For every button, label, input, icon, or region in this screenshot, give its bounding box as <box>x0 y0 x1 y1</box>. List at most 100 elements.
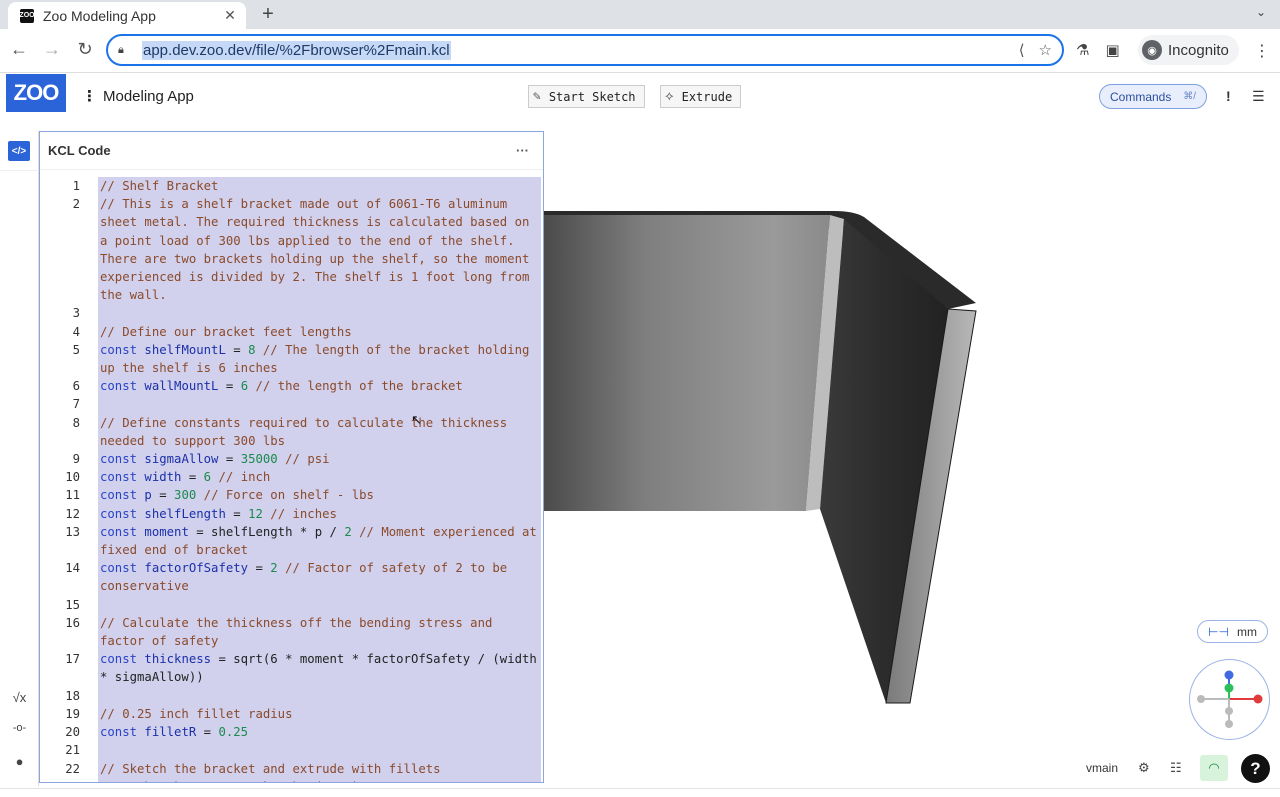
start-sketch-button[interactable]: ✎ Start Sketch <box>528 85 645 108</box>
omnibox-actions: ⟨ ☆ <box>1019 41 1052 59</box>
code-line[interactable]: 16 // Calculate the thickness off the ben… <box>40 613 543 651</box>
code-line[interactable]: 10 const width = 6 // inch <box>40 468 543 487</box>
code-token: // Define our bracket feet lengths <box>100 324 352 339</box>
code-text[interactable]: const width = 6 // inch <box>98 468 541 487</box>
orientation-gizmo[interactable] <box>1189 659 1270 740</box>
code-text[interactable] <box>98 686 541 705</box>
network-health-icon[interactable]: ◠ <box>1200 755 1228 781</box>
code-text[interactable]: const bracket = startSketchOn('XY') <box>98 777 541 782</box>
code-text[interactable]: // This is a shelf bracket made out of 6… <box>98 195 541 305</box>
commands-button[interactable]: Commands ⌘/ <box>1099 84 1207 109</box>
code-line[interactable]: 12 const shelfLength = 12 // inches <box>40 504 543 523</box>
code-line[interactable]: 6 const wallMountL = 6 // the length of t… <box>40 377 543 396</box>
code-text[interactable]: // 0.25 inch fillet radius <box>98 704 541 724</box>
code-text[interactable]: const filletR = 0.25 <box>98 723 541 742</box>
bottom-strip <box>0 788 1280 797</box>
code-line[interactable]: 5 const shelfMountL = 8 // The length of … <box>40 340 543 378</box>
code-text[interactable]: // Sketch the bracket and extrude with f… <box>98 759 541 778</box>
code-text[interactable]: const sigmaAllow = 35000 // psi <box>98 450 541 469</box>
incognito-badge[interactable]: ◉ Incognito <box>1138 35 1239 65</box>
code-line[interactable]: 8 // Define constants required to calcula… <box>40 413 543 451</box>
code-line[interactable]: 20 const filletR = 0.25 <box>40 723 543 742</box>
tab-search-icon[interactable]: ⌄ <box>1256 5 1266 19</box>
forward-button[interactable]: → <box>41 39 63 60</box>
commands-label: Commands <box>1110 89 1172 104</box>
code-line[interactable]: 7 <box>40 395 543 414</box>
address-bar[interactable]: 🔒︎ app.dev.zoo.dev/file/%2Fbrowser%2Fmai… <box>106 34 1064 66</box>
code-text[interactable]: const moment = shelfLength * p / 2 // Mo… <box>98 522 541 560</box>
code-token: width <box>144 470 182 485</box>
browser-tab[interactable]: ZOO Zoo Modeling App ✕ <box>8 2 246 29</box>
code-line[interactable]: 19 // 0.25 inch fillet radius <box>40 704 543 724</box>
code-text[interactable] <box>98 741 541 760</box>
side-panel-icon[interactable]: ▣ <box>1105 41 1119 59</box>
kebab-menu-icon: ⋮ <box>82 88 97 105</box>
code-text[interactable]: // Define our bracket feet lengths <box>98 322 541 341</box>
more-options-icon[interactable]: ··· <box>516 143 529 158</box>
bracket-model[interactable] <box>544 123 1280 788</box>
close-tab-icon[interactable]: ✕ <box>222 7 238 24</box>
url-text[interactable]: app.dev.zoo.dev/file/%2Fbrowser%2Fmain.k… <box>142 40 451 60</box>
app-menu-button[interactable]: ⋮ Modeling App <box>82 87 194 106</box>
info-icon[interactable]: ● <box>0 754 39 769</box>
code-text[interactable]: // Define constants required to calculat… <box>98 413 541 451</box>
code-text[interactable]: const wallMountL = 6 // the length of th… <box>98 377 541 396</box>
bookmark-star-icon[interactable]: ☆ <box>1039 41 1052 59</box>
y-axis-dot[interactable] <box>1224 683 1234 693</box>
share-icon[interactable]: ⟨ <box>1019 41 1025 59</box>
code-text[interactable] <box>98 395 541 414</box>
code-text[interactable]: // Calculate the thickness off the bendi… <box>98 613 541 651</box>
code-line[interactable]: 22 // Sketch the bracket and extrude with… <box>40 759 543 778</box>
code-line[interactable]: 2 // This is a shelf bracket made out of … <box>40 195 543 305</box>
code-line[interactable]: 1 // Shelf Bracket <box>40 177 543 196</box>
panel-header: KCL Code ··· <box>40 132 543 170</box>
browser-menu-icon[interactable]: ⋮ <box>1254 41 1270 61</box>
x-axis-dot[interactable] <box>1253 694 1263 704</box>
code-line[interactable]: 11 const p = 300 // Force on shelf - lbs <box>40 486 543 505</box>
help-button[interactable]: ? <box>1241 754 1270 783</box>
code-text[interactable]: const factorOfSafety = 2 // Factor of sa… <box>98 559 541 596</box>
code-line[interactable]: 13 const moment = shelfLength * p / 2 // … <box>40 522 543 560</box>
code-line[interactable]: 14 const factorOfSafety = 2 // Factor of … <box>40 559 543 596</box>
hamburger-menu-icon[interactable]: ☰ <box>1252 88 1265 105</box>
lock-icon[interactable]: 🔒︎ <box>118 44 132 57</box>
settings-gear-icon[interactable]: ⚙ <box>1138 760 1150 776</box>
commit-icon[interactable]: -o- <box>0 722 39 734</box>
code-line[interactable]: 9 const sigmaAllow = 35000 // psi <box>40 450 543 469</box>
code-line[interactable]: 23const bracket = startSketchOn('XY') <box>40 777 543 782</box>
reload-button[interactable]: ↻ <box>74 39 96 60</box>
sliders-icon[interactable]: ☷ <box>1170 760 1182 776</box>
code-line[interactable]: 3 <box>40 304 543 323</box>
alert-icon[interactable]: ! <box>1226 88 1231 104</box>
code-line[interactable]: 18 <box>40 686 543 705</box>
z-axis-dot[interactable] <box>1224 670 1234 680</box>
code-line[interactable]: 21 <box>40 741 543 760</box>
units-label: mm <box>1236 624 1257 639</box>
code-token: // inch <box>211 470 271 485</box>
code-text[interactable]: const shelfLength = 12 // inches <box>98 504 541 523</box>
rail-code-tab[interactable]: </> <box>0 131 39 171</box>
code-text[interactable] <box>98 595 541 614</box>
code-line[interactable]: 15 <box>40 595 543 614</box>
back-button[interactable]: ← <box>8 39 30 60</box>
code-token: const <box>100 524 145 539</box>
code-line[interactable]: 17 const thickness = sqrt(6 * moment * fa… <box>40 650 543 687</box>
code-text[interactable]: const thickness = sqrt(6 * moment * fact… <box>98 650 541 687</box>
units-button[interactable]: ⊢⊣ mm <box>1197 620 1268 643</box>
code-token: const <box>100 725 145 740</box>
code-text[interactable] <box>98 304 541 323</box>
code-text[interactable]: const p = 300 // Force on shelf - lbs <box>98 486 541 505</box>
variables-sqrt-icon[interactable]: √x <box>0 690 39 705</box>
extrude-button[interactable]: ⟡ Extrude <box>660 85 742 108</box>
new-tab-button[interactable]: + <box>256 3 280 26</box>
3d-viewport[interactable] <box>544 123 1280 788</box>
code-line[interactable]: 4 // Define our bracket feet lengths <box>40 322 543 341</box>
lab-flask-icon[interactable]: ⚗ <box>1076 41 1089 59</box>
code-token: const <box>100 780 144 782</box>
code-editor[interactable]: 1 // Shelf Bracket 2 // This is a shelf bra… <box>40 177 543 782</box>
line-number: 19 <box>65 706 80 721</box>
line-number: 1 <box>72 179 80 193</box>
zoo-logo[interactable]: ZOO <box>6 74 66 112</box>
code-text[interactable]: const shelfMountL = 8 // The length of t… <box>98 340 541 378</box>
code-text[interactable]: // Shelf Bracket <box>98 177 541 196</box>
